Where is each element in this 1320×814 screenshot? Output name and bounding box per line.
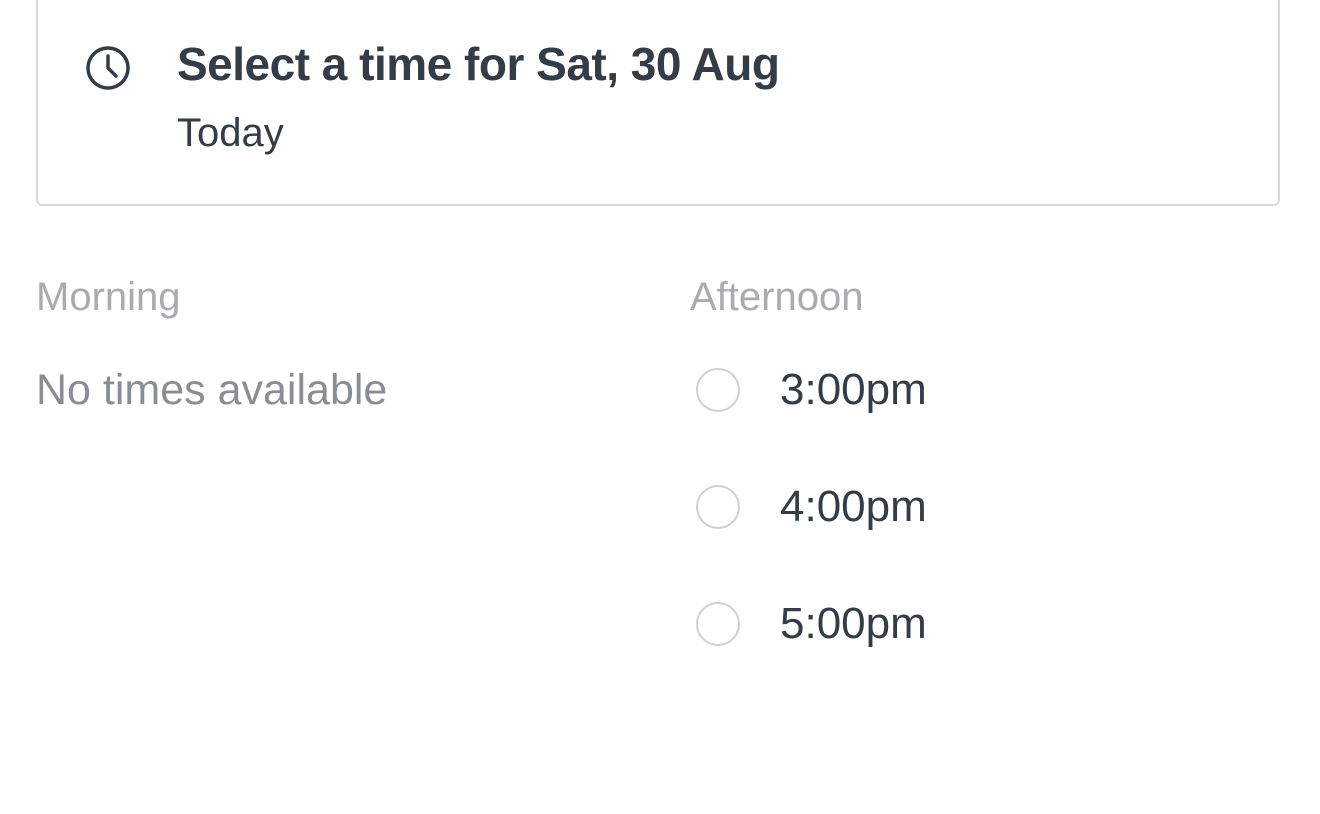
date-relative-label: Today — [177, 111, 284, 155]
time-slot-label: 3:00pm — [780, 365, 927, 414]
radio-button[interactable] — [696, 368, 740, 412]
radio-button[interactable] — [696, 485, 740, 529]
page-title: Select a time for Sat, 30 Aug — [177, 38, 780, 90]
clock-icon — [86, 46, 130, 90]
time-slot-3pm[interactable]: 3:00pm — [696, 355, 1256, 425]
afternoon-heading: Afternoon — [690, 275, 864, 319]
time-slot-5pm[interactable]: 5:00pm — [696, 589, 1256, 659]
afternoon-slot-list: 3:00pm 4:00pm 5:00pm — [696, 355, 1256, 706]
morning-empty-message: No times available — [36, 366, 388, 414]
selected-date-card — [36, 0, 1280, 206]
morning-heading: Morning — [36, 275, 181, 319]
radio-button[interactable] — [696, 602, 740, 646]
time-slot-4pm[interactable]: 4:00pm — [696, 472, 1256, 542]
time-slot-label: 5:00pm — [780, 599, 927, 648]
time-slot-label: 4:00pm — [780, 482, 927, 531]
time-picker-page: Select a time for Sat, 30 Aug Today Morn… — [0, 0, 1320, 814]
